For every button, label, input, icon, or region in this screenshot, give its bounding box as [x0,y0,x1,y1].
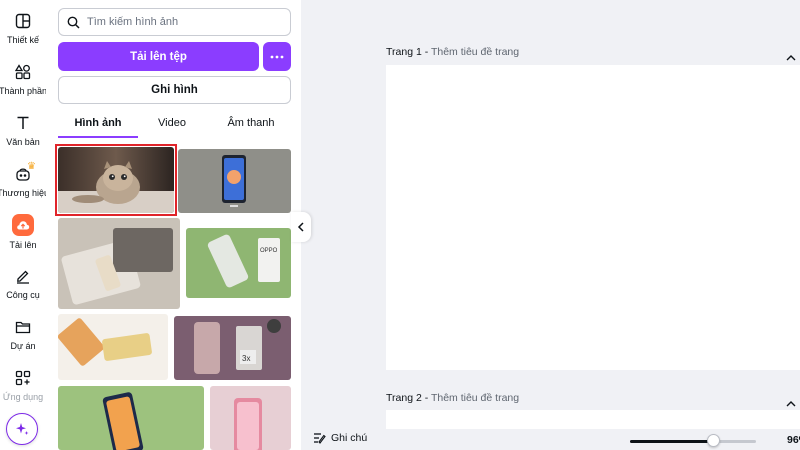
record-button[interactable]: Ghi hình [58,76,291,104]
rail-item-apps[interactable]: Ứng dụng [0,369,46,402]
rail-item-text[interactable]: Văn bản [0,114,46,147]
tab-videos[interactable]: Video [138,112,206,138]
rail-label: Tải lên [9,240,37,250]
magic-assistant-button[interactable] [6,413,38,445]
page-2-canvas[interactable] [386,410,800,429]
apps-icon [14,369,32,387]
chevron-left-icon [297,222,304,232]
page-2-title[interactable]: Trang 2 - Thêm tiêu đề trang [386,392,519,404]
uploads-panel: Tải lên tệp Ghi hình Hình ảnh Video Âm t… [46,0,301,450]
page-1-title[interactable]: Trang 1 - Thêm tiêu đề trang [386,46,519,58]
rail-label: Công cụ [6,290,40,300]
page-1-canvas[interactable] [386,65,800,370]
elements-icon [14,63,32,81]
selected-thumbnail-outline [55,144,177,216]
page-subtitle: Thêm tiêu đề trang [430,46,520,58]
zoom-slider[interactable] [630,440,756,443]
more-horizontal-icon [270,55,284,58]
notes-label: Ghi chú [331,432,368,444]
text-icon [14,114,32,132]
upload-files-button[interactable]: Tải lên tệp [58,42,259,71]
layout-icon [14,12,32,30]
rail-item-design[interactable]: Thiết kế [0,12,46,45]
rail-item-uploads[interactable]: Tải lên [0,214,46,250]
page-label: Trang 1 [386,46,422,58]
chevron-up-icon[interactable] [786,48,796,66]
rail-label: Văn bản [6,137,40,147]
rail-item-elements[interactable]: Thành phần [0,63,48,96]
upload-thumbnail-phone-7[interactable] [210,386,291,450]
upload-thumbnail-phone-2[interactable] [58,218,180,309]
upload-thumbnail-phone-4[interactable] [58,314,168,380]
crown-icon: ♛ [27,161,36,172]
draw-icon [14,267,32,285]
rail-label: Thương hiệu [0,188,49,198]
upload-cloud-icon [12,214,34,236]
svg-text:OPPO: OPPO [260,248,278,254]
page-subtitle: Thêm tiêu đề trang [430,392,520,404]
active-tab-indicator [58,136,138,138]
bottom-toolbar: Ghi chú 96% [301,429,800,450]
tab-images[interactable]: Hình ảnh [58,112,138,138]
sparkle-icon [16,423,29,435]
rail-label: Ứng dụng [2,392,44,402]
zoom-percentage[interactable]: 96% [787,434,800,446]
zoom-slider-fill [630,440,714,443]
rail-label: Thiết kế [6,35,39,45]
collapse-panel-button[interactable] [291,212,311,242]
search-box[interactable] [58,8,291,36]
zoom-slider-handle[interactable] [706,434,720,447]
upload-thumbnail-phone-3[interactable]: OPPO [186,228,291,298]
media-tabs: Hình ảnh Video Âm thanh [58,112,291,138]
page-label: Trang 2 [386,392,422,404]
svg-text:3x: 3x [242,354,250,363]
notes-icon [314,433,326,444]
rail-item-tools[interactable]: Công cụ [0,267,46,300]
rail-item-projects[interactable]: Dự án [0,318,46,351]
tab-audio[interactable]: Âm thanh [210,112,292,138]
notes-button[interactable]: Ghi chú [313,432,367,444]
rail-item-brand[interactable]: ♛ Thương hiệu [0,161,49,198]
left-rail: Thiết kế Thành phần Văn bản ♛ Thương hiệ… [0,0,49,450]
search-icon [67,16,80,29]
search-input[interactable] [87,16,277,28]
rail-label: Dự án [10,341,36,351]
folder-icon [14,318,32,336]
upload-thumbnail-phone-1[interactable] [178,149,291,213]
more-options-button[interactable] [263,42,291,71]
upload-thumbnail-phone-5[interactable]: 3x [174,316,291,380]
rail-label: Thành phần [0,86,48,96]
upload-thumbnail-phone-6[interactable] [58,386,204,450]
